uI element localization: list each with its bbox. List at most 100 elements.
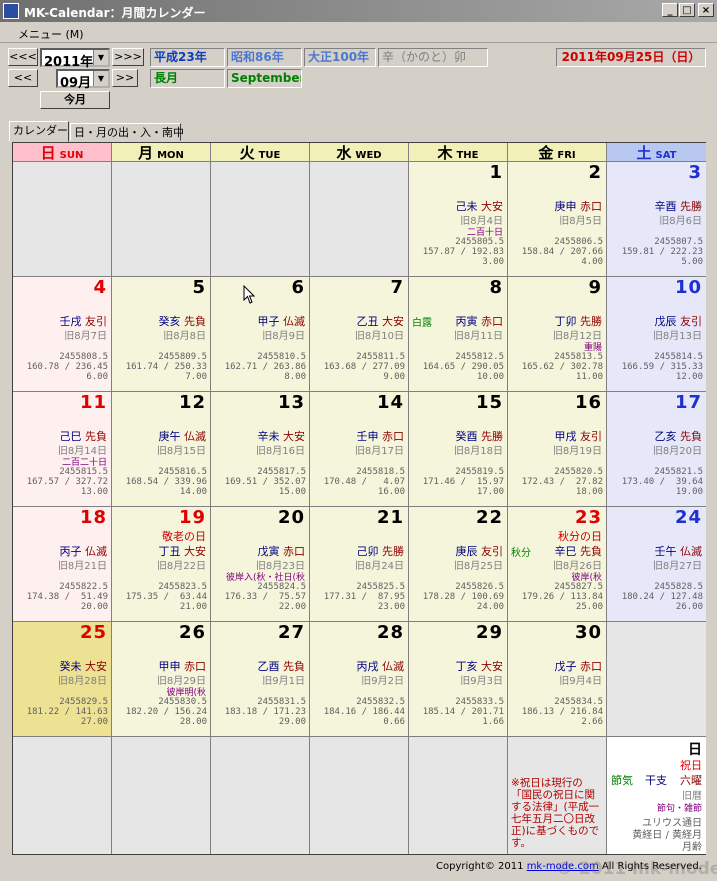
day-number: 18 bbox=[79, 507, 107, 528]
legend-rokuyo: 六曜 bbox=[680, 774, 702, 787]
day-cell[interactable]: 9 丁卯 先勝 旧8月12日 重陽 2455813.5 165.62 / 302.78 11… bbox=[508, 277, 607, 392]
chevron-down-icon[interactable]: ▼ bbox=[93, 71, 108, 86]
legend-cell: 日祝日 六曜 旧暦 節句・雑節 ユリウス通日 黄経日 / 黄経月 月齢 節気 干支 bbox=[607, 737, 706, 854]
empty-cell bbox=[310, 737, 409, 854]
moon-age: 26.00 bbox=[675, 602, 703, 612]
weekday-header: 火 TUE bbox=[211, 143, 310, 162]
day-number: 13 bbox=[277, 392, 305, 413]
weekday-english: SUN bbox=[59, 150, 84, 161]
ecliptic-longitude: 166.59 / 315.33 bbox=[621, 362, 703, 372]
day-cell[interactable]: 6 甲子 仏滅 旧8月9日 2455810.5 162.71 / 263.86 8.00 bbox=[211, 277, 310, 392]
day-cell[interactable]: 29 丁亥 大安 旧9月3日 2455833.5 185.14 / 201.71 1.66 bbox=[409, 622, 508, 737]
ecliptic-longitude: 169.51 / 352.07 bbox=[224, 477, 306, 487]
empty-cell bbox=[112, 737, 211, 854]
julian-day: 2455807.5 bbox=[654, 237, 703, 247]
astro-values: 2455826.5 178.28 / 100.69 24.00 bbox=[423, 582, 504, 612]
day-cell[interactable]: 8 白露 丙寅 赤口 旧8月11日 2455812.5 164.65 / 290.05 10… bbox=[409, 277, 508, 392]
day-cell[interactable]: 11 己巳 先負 旧8月14日 二百二十日 2455815.5 167.57 / 327.… bbox=[13, 392, 112, 507]
next-year-button[interactable]: >>> bbox=[112, 48, 144, 66]
week-row: 4 壬戌 友引 旧8月7日 2455808.5 160.78 / 236.45 6.00 5… bbox=[13, 277, 706, 392]
tab-sun-moon[interactable]: 日・月の出・入・南中 bbox=[70, 123, 184, 141]
julian-day: 2455829.5 bbox=[59, 697, 108, 707]
day-cell[interactable]: 7 乙丑 大安 旧8月10日 2455811.5 163.68 / 277.09 9.00 bbox=[310, 277, 409, 392]
weekday-header: 土 SAT bbox=[607, 143, 706, 162]
legend-holiday: 祝日 bbox=[680, 759, 702, 772]
kyureki-label: 旧8月5日 bbox=[559, 216, 602, 227]
day-cell[interactable]: 26 甲申 赤口 旧8月29日 彼岸明(秋 2455830.5 182.20 / 156.… bbox=[112, 622, 211, 737]
day-cell[interactable]: 10 戊辰 友引 旧8月13日 2455814.5 166.59 / 315.33 12.… bbox=[607, 277, 706, 392]
day-cell[interactable]: 27 乙酉 先負 旧9月1日 2455831.5 183.18 / 171.23 29.0… bbox=[211, 622, 310, 737]
day-number: 12 bbox=[178, 392, 206, 413]
day-cell[interactable]: 22 庚辰 友引 旧8月25日 2455826.5 178.28 / 100.69 24.… bbox=[409, 507, 508, 622]
astro-values: 2455812.5 164.65 / 290.05 10.00 bbox=[423, 352, 504, 382]
astro-values: 2455814.5 166.59 / 315.33 12.00 bbox=[622, 352, 703, 382]
day-cell[interactable]: 14 壬申 赤口 旧8月17日 2455818.5 170.48 / 4.07 16.00 bbox=[310, 392, 409, 507]
moon-age: 28.00 bbox=[179, 717, 207, 727]
ecliptic-longitude: 170.48 / 4.07 bbox=[323, 477, 405, 487]
week-row: 18 丙子 仏滅 旧8月21日 2455822.5 174.38 / 51.49 20.0… bbox=[13, 507, 706, 622]
weekday-kanji: 土 bbox=[636, 144, 652, 162]
day-number: 28 bbox=[376, 622, 404, 643]
tab-calendar[interactable]: カレンダー bbox=[9, 121, 69, 142]
day-cell[interactable]: 4 壬戌 友引 旧8月7日 2455808.5 160.78 / 236.45 6.00 bbox=[13, 277, 112, 392]
chevron-down-icon[interactable]: ▼ bbox=[93, 50, 108, 65]
empty-cell bbox=[112, 162, 211, 277]
minimize-button[interactable]: _ bbox=[662, 3, 678, 17]
astro-values: 2455828.5 180.24 / 127.48 26.00 bbox=[622, 582, 703, 612]
day-cell[interactable]: 13 辛未 大安 旧8月16日 2455817.5 169.51 / 352.07 15.… bbox=[211, 392, 310, 507]
day-number: 1 bbox=[489, 162, 503, 183]
menu-item[interactable]: メニュー (M) bbox=[18, 26, 84, 42]
day-cell[interactable]: 18 丙子 仏滅 旧8月21日 2455822.5 174.38 / 51.49 20.0… bbox=[13, 507, 112, 622]
day-number: 2 bbox=[588, 162, 602, 183]
day-cell[interactable]: 24 壬午 仏滅 旧8月27日 2455828.5 180.24 / 127.48 26.… bbox=[607, 507, 706, 622]
prev-year-button[interactable]: <<< bbox=[8, 48, 38, 66]
kyureki-label: 旧8月19日 bbox=[552, 446, 602, 457]
day-cell[interactable]: 25 癸未 大安 旧8月28日 2455829.5 181.22 / 141.63 27.… bbox=[13, 622, 112, 737]
prev-month-button[interactable]: << bbox=[8, 69, 38, 87]
weekday-kanji: 金 bbox=[538, 144, 554, 162]
day-cell[interactable]: 15 癸酉 先勝 旧8月18日 2455819.5 171.46 / 15.97 17.0… bbox=[409, 392, 508, 507]
day-cell[interactable]: 2 庚申 赤口 旧8月5日 2455806.5 158.84 / 207.66 4.00 bbox=[508, 162, 607, 277]
day-cell[interactable]: 12 庚午 仏滅 旧8月15日 2455816.5 168.54 / 339.96 14.… bbox=[112, 392, 211, 507]
close-button[interactable]: × bbox=[698, 3, 714, 17]
julian-day: 2455805.5 bbox=[455, 237, 504, 247]
kyureki-label: 旧8月7日 bbox=[64, 331, 107, 342]
moon-age: 5.00 bbox=[681, 257, 703, 267]
day-cell[interactable]: 1 己未 大安 旧8月4日 二百十日 2455805.5 157.87 / 192.83 3… bbox=[409, 162, 508, 277]
heisei-label: 平成23年 bbox=[150, 48, 225, 67]
day-number: 4 bbox=[93, 277, 107, 298]
day-cell[interactable]: 3 辛酉 先勝 旧8月6日 2455807.5 159.81 / 222.23 5.00 bbox=[607, 162, 706, 277]
julian-day: 2455833.5 bbox=[455, 697, 504, 707]
ecliptic-longitude: 177.31 / 87.95 bbox=[323, 592, 405, 602]
year-select[interactable]: 2011年 ▼ bbox=[40, 48, 110, 70]
day-number: 24 bbox=[674, 507, 702, 528]
holiday-name: 敬老の日 bbox=[162, 530, 206, 543]
day-cell[interactable]: 20 戊寅 赤口 旧8月23日 彼岸入(秋・社日(秋 2455824.5 176.33 /… bbox=[211, 507, 310, 622]
day-cell[interactable]: 23 秋分の日 秋分 辛巳 先負 旧8月26日 彼岸(秋 2455827.5 179.26 /… bbox=[508, 507, 607, 622]
day-cell[interactable]: 5 癸亥 先負 旧8月8日 2455809.5 161.74 / 250.33 7.00 bbox=[112, 277, 211, 392]
ecliptic-longitude: 183.18 / 171.23 bbox=[224, 707, 306, 717]
ecliptic-longitude: 185.14 / 201.71 bbox=[422, 707, 504, 717]
moon-age: 6.00 bbox=[86, 372, 108, 382]
month-select[interactable]: 09月 ▼ bbox=[56, 69, 110, 91]
ecliptic-longitude: 159.81 / 222.23 bbox=[621, 247, 703, 257]
next-month-button[interactable]: >> bbox=[112, 69, 138, 87]
day-cell[interactable]: 19 敬老の日 丁丑 大安 旧8月22日 2455823.5 175.35 / 63.44… bbox=[112, 507, 211, 622]
day-cell[interactable]: 21 己卯 先勝 旧8月24日 2455825.5 177.31 / 87.95 23.0… bbox=[310, 507, 409, 622]
legend-age: 月齢 bbox=[682, 842, 702, 853]
day-cell[interactable]: 30 戊子 赤口 旧9月4日 2455834.5 186.13 / 216.84 2.66 bbox=[508, 622, 607, 737]
today-button[interactable]: 今月 bbox=[40, 91, 110, 109]
astro-values: 2455820.5 172.43 / 27.82 18.00 bbox=[522, 467, 603, 497]
maximize-button[interactable]: □ bbox=[679, 3, 695, 17]
astro-values: 2455834.5 186.13 / 216.84 2.66 bbox=[522, 697, 603, 727]
kyureki-label: 旧8月15日 bbox=[156, 446, 206, 457]
ecliptic-longitude: 158.84 / 207.66 bbox=[521, 247, 603, 257]
julian-day: 2455818.5 bbox=[356, 467, 405, 477]
astro-values: 2455823.5 175.35 / 63.44 21.00 bbox=[126, 582, 207, 612]
day-number: 3 bbox=[688, 162, 702, 183]
day-cell[interactable]: 17 乙亥 先負 旧8月20日 2455821.5 173.40 / 39.64 19.0… bbox=[607, 392, 706, 507]
astro-values: 2455822.5 174.38 / 51.49 20.00 bbox=[27, 582, 108, 612]
day-cell[interactable]: 28 丙戌 仏滅 旧9月2日 2455832.5 184.16 / 186.44 0.66 bbox=[310, 622, 409, 737]
day-cell[interactable]: 16 甲戌 友引 旧8月19日 2455820.5 172.43 / 27.82 18.0… bbox=[508, 392, 607, 507]
week-row: 25 癸未 大安 旧8月28日 2455829.5 181.22 / 141.63 27.… bbox=[13, 622, 706, 737]
